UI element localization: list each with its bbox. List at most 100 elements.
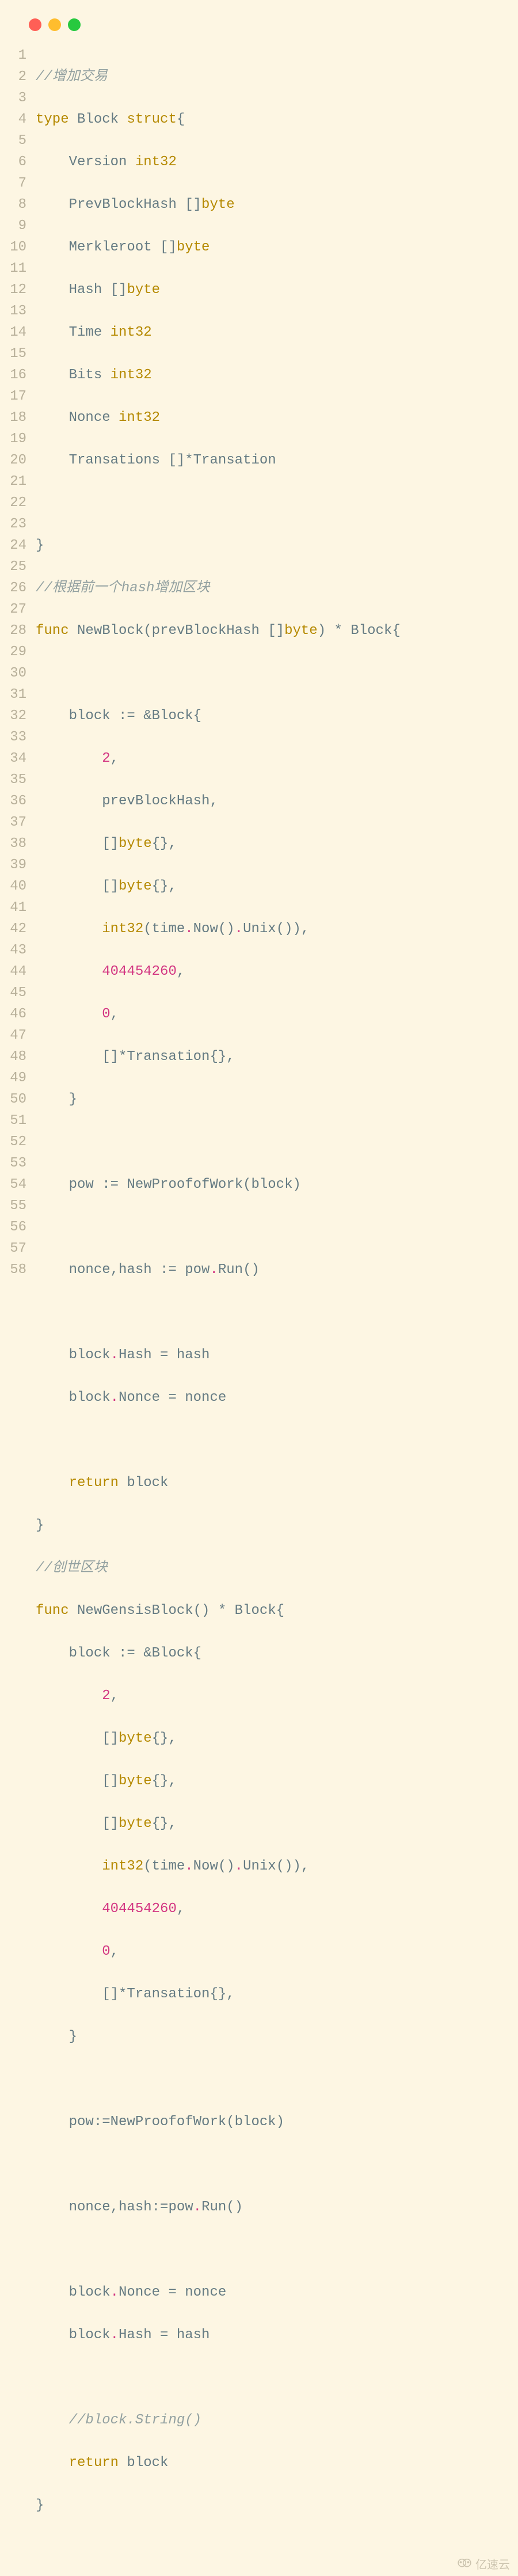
line-number: 50 — [0, 1089, 26, 1110]
line-number: 40 — [0, 876, 26, 897]
code-line: Hash []byte — [36, 279, 518, 301]
line-number: 23 — [0, 514, 26, 535]
code-line: []byte{}, — [36, 1813, 518, 1834]
line-number: 19 — [0, 428, 26, 450]
line-number: 39 — [0, 854, 26, 876]
line-number: 34 — [0, 748, 26, 769]
line-number: 32 — [0, 705, 26, 727]
window-controls — [0, 12, 518, 45]
code-line: } — [36, 2026, 518, 2047]
code-line: block := &Block{ — [36, 705, 518, 727]
line-number: 38 — [0, 833, 26, 854]
code-line: //增加交易 — [36, 66, 518, 88]
line-number: 10 — [0, 237, 26, 258]
line-number: 17 — [0, 386, 26, 407]
code-line: block.Nonce = nonce — [36, 1387, 518, 1408]
line-number: 55 — [0, 1195, 26, 1217]
zoom-icon[interactable] — [68, 18, 81, 31]
line-number: 56 — [0, 1217, 26, 1238]
line-number: 14 — [0, 322, 26, 343]
watermark: 亿速云 — [457, 2554, 510, 2573]
line-number: 57 — [0, 1238, 26, 1259]
minimize-icon[interactable] — [48, 18, 61, 31]
line-number: 13 — [0, 301, 26, 322]
code-line: block.Hash = hash — [36, 2324, 518, 2346]
code-line: Merkleroot []byte — [36, 237, 518, 258]
code-line: 2, — [36, 748, 518, 769]
code-line — [36, 1302, 518, 1323]
code-line: } — [36, 1089, 518, 1110]
line-number: 9 — [0, 215, 26, 237]
code-line: Version int32 — [36, 151, 518, 173]
code-line: func NewBlock(prevBlockHash []byte) * Bl… — [36, 620, 518, 641]
code-line: Nonce int32 — [36, 407, 518, 428]
code-line: 404454260, — [36, 1898, 518, 1920]
code-line — [36, 1131, 518, 1153]
code-line: []byte{}, — [36, 1770, 518, 1792]
line-number: 49 — [0, 1067, 26, 1089]
code-line: //创世区块 — [36, 1557, 518, 1579]
code-line — [36, 2154, 518, 2175]
watermark-icon — [457, 2554, 472, 2573]
line-number: 26 — [0, 577, 26, 599]
code-line: []*Transation{}, — [36, 1984, 518, 2005]
code-line: pow:=NewProofofWork(block) — [36, 2111, 518, 2133]
line-number: 11 — [0, 258, 26, 279]
code-line — [36, 2367, 518, 2388]
code-line: Transations []*Transation — [36, 450, 518, 471]
code-line: return block — [36, 2452, 518, 2474]
line-number: 47 — [0, 1025, 26, 1046]
line-number: 21 — [0, 471, 26, 492]
line-number: 52 — [0, 1131, 26, 1153]
line-number: 48 — [0, 1046, 26, 1067]
line-number: 46 — [0, 1004, 26, 1025]
code-line: //block.String() — [36, 2410, 518, 2431]
code-line: block.Hash = hash — [36, 1344, 518, 1366]
code-line — [36, 2069, 518, 2090]
line-number: 29 — [0, 641, 26, 663]
line-number: 22 — [0, 492, 26, 514]
line-number: 3 — [0, 88, 26, 109]
line-number: 31 — [0, 684, 26, 705]
code-line: 2, — [36, 1685, 518, 1707]
close-icon[interactable] — [29, 18, 41, 31]
code-line: func NewGensisBlock() * Block{ — [36, 1600, 518, 1621]
code-line: } — [36, 535, 518, 556]
line-number: 24 — [0, 535, 26, 556]
line-gutter: 1234567891011121314151617181920212223242… — [0, 45, 36, 2559]
watermark-text: 亿速云 — [475, 2555, 510, 2572]
code-line: []byte{}, — [36, 876, 518, 897]
line-number: 42 — [0, 918, 26, 940]
code-line: return block — [36, 1472, 518, 1494]
line-number: 7 — [0, 173, 26, 194]
code-line: []byte{}, — [36, 1728, 518, 1749]
code-line: block := &Block{ — [36, 1643, 518, 1664]
line-number: 36 — [0, 791, 26, 812]
line-number: 2 — [0, 66, 26, 88]
code-line — [36, 2239, 518, 2260]
code-line: 0, — [36, 1004, 518, 1025]
line-number: 27 — [0, 599, 26, 620]
code-area: 1234567891011121314151617181920212223242… — [0, 45, 518, 2559]
line-number: 33 — [0, 727, 26, 748]
code-line: } — [36, 1515, 518, 1536]
line-number: 12 — [0, 279, 26, 301]
code-line: pow := NewProofofWork(block) — [36, 1174, 518, 1195]
code-line: []*Transation{}, — [36, 1046, 518, 1067]
line-number: 58 — [0, 1259, 26, 1281]
code-line: 404454260, — [36, 961, 518, 982]
code-line: prevBlockHash, — [36, 791, 518, 812]
code-line — [36, 1217, 518, 1238]
code-line: int32(time.Now().Unix()), — [36, 918, 518, 940]
code-line — [36, 663, 518, 684]
line-number: 54 — [0, 1174, 26, 1195]
line-number: 30 — [0, 663, 26, 684]
code-line: 0, — [36, 1941, 518, 1962]
line-number: 1 — [0, 45, 26, 66]
line-number: 35 — [0, 769, 26, 791]
line-number: 43 — [0, 940, 26, 961]
code-line — [36, 492, 518, 514]
line-number: 51 — [0, 1110, 26, 1131]
line-number: 20 — [0, 450, 26, 471]
line-number: 53 — [0, 1153, 26, 1174]
